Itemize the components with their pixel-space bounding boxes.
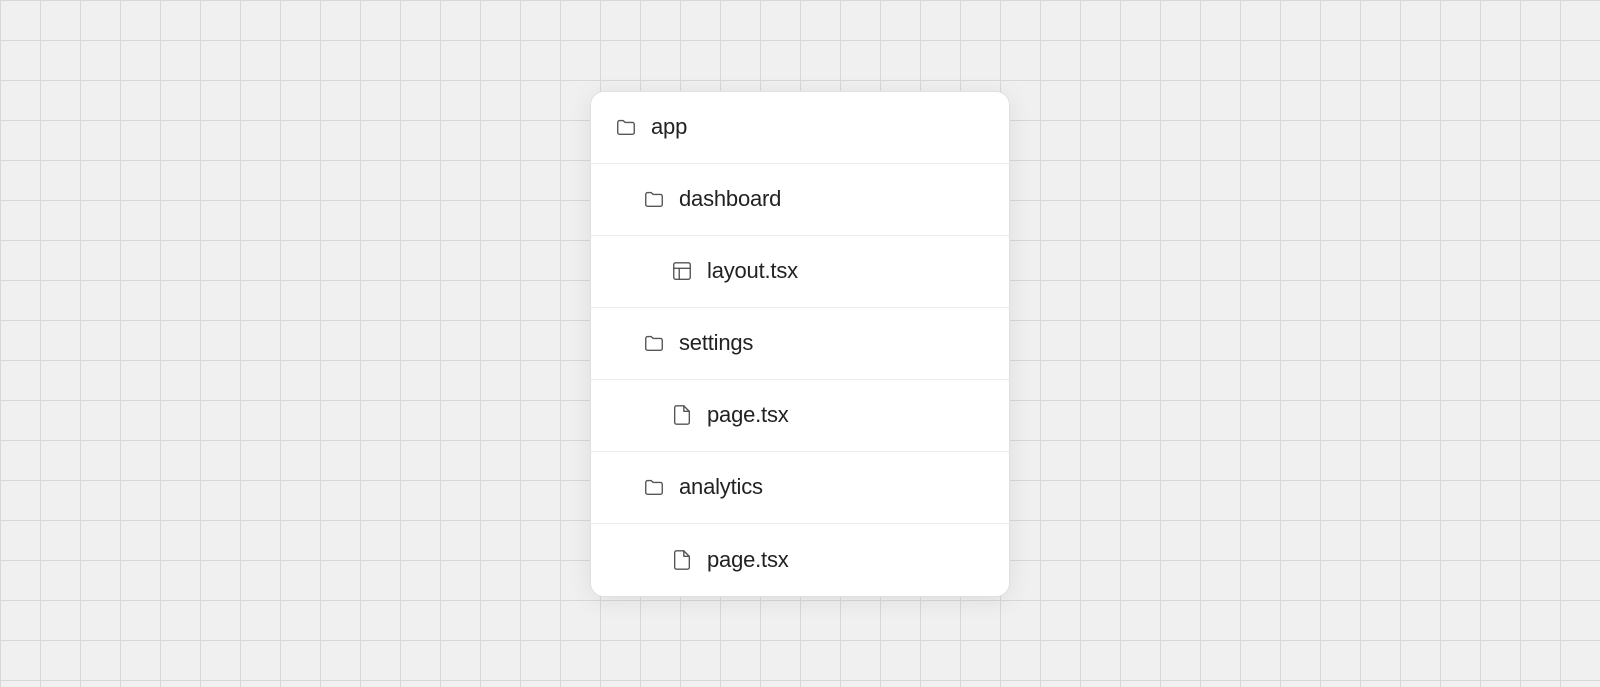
tree-item-analytics[interactable]: analytics (591, 452, 1009, 524)
tree-item-label: page.tsx (707, 547, 789, 573)
file-tree: app dashboard layout.tsx settings page.t… (590, 91, 1010, 597)
tree-item-label: analytics (679, 474, 763, 500)
tree-item-settings[interactable]: settings (591, 308, 1009, 380)
file-icon (671, 404, 693, 426)
tree-item-layout-tsx[interactable]: layout.tsx (591, 236, 1009, 308)
tree-item-label: app (651, 114, 687, 140)
layout-file-icon (671, 260, 693, 282)
folder-icon (615, 116, 637, 138)
folder-icon (643, 476, 665, 498)
tree-item-label: settings (679, 330, 753, 356)
tree-item-dashboard[interactable]: dashboard (591, 164, 1009, 236)
tree-item-label: dashboard (679, 186, 781, 212)
tree-item-page-tsx-2[interactable]: page.tsx (591, 524, 1009, 596)
tree-item-app[interactable]: app (591, 92, 1009, 164)
tree-item-page-tsx-1[interactable]: page.tsx (591, 380, 1009, 452)
folder-icon (643, 188, 665, 210)
tree-item-label: layout.tsx (707, 258, 798, 284)
tree-item-label: page.tsx (707, 402, 789, 428)
folder-icon (643, 332, 665, 354)
file-icon (671, 549, 693, 571)
